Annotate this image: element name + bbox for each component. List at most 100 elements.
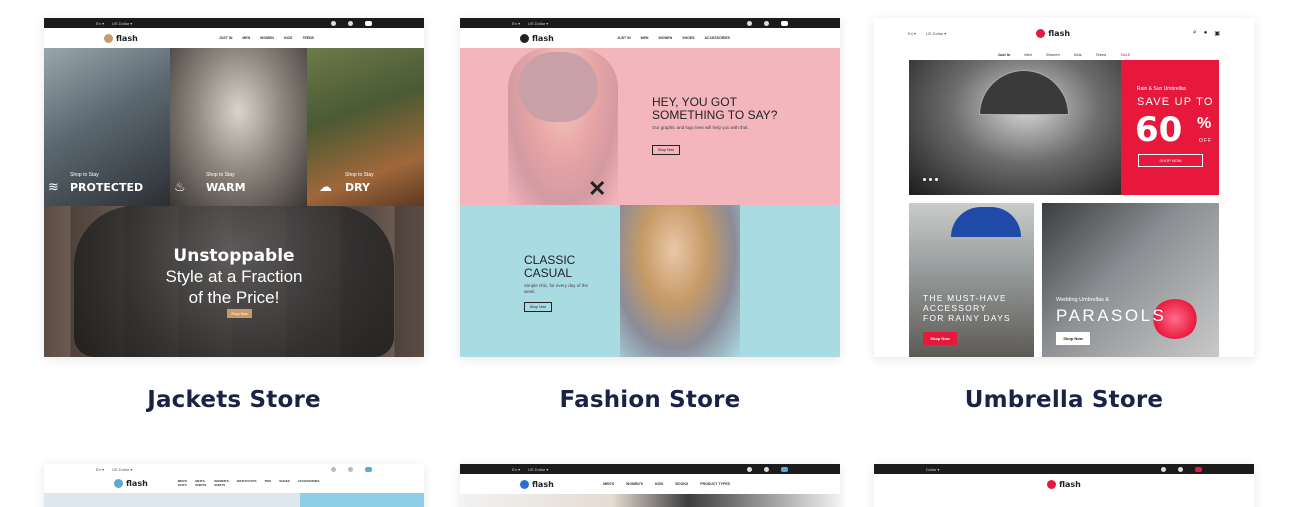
shop-now-button[interactable]: Shop Now <box>1056 332 1090 345</box>
nav-item[interactable]: WAISTCOATS <box>237 479 257 487</box>
umbrella-store-preview[interactable]: En ▾ US Dollar ▾ flash ⌕ ● ▣ Just In Men… <box>874 18 1254 357</box>
user-icon[interactable] <box>764 466 769 472</box>
language-select[interactable]: En ▾ <box>96 467 104 472</box>
cart-icon[interactable] <box>781 20 788 26</box>
promo-banner: Unstoppable Style at a Fraction of the P… <box>44 206 424 357</box>
currency-select[interactable]: US Dollar ▾ <box>528 21 548 26</box>
currency-select[interactable]: US Dollar ▾ <box>112 467 132 472</box>
hats-store-preview[interactable]: Dollar ▾ flash <box>874 464 1254 507</box>
jackets-store-preview[interactable]: En ▾ US Dollar ▾ flash JUST IN MEN WOMEN… <box>44 18 424 357</box>
nav-item[interactable]: JUST IN <box>617 36 630 40</box>
search-icon[interactable] <box>1161 466 1166 472</box>
user-icon[interactable]: ● <box>1204 30 1208 36</box>
jackets-store-title[interactable]: Jackets Store <box>44 387 424 413</box>
nav-item[interactable]: Men <box>1024 52 1032 57</box>
banner-subtitle: Wedding Umbrellas & <box>1056 297 1110 303</box>
cart-icon[interactable] <box>1195 466 1202 472</box>
currency-select[interactable]: US Dollar ▾ <box>528 467 548 472</box>
nav-item[interactable]: Women <box>1046 52 1060 57</box>
hero-text: Simple chic, for every day of the week. <box>524 283 589 294</box>
nav-item[interactable]: Just In <box>997 52 1010 57</box>
main-nav: Just In Men Women Kids Teens SALE <box>874 48 1254 60</box>
promo-line: of the Price! <box>188 288 280 307</box>
currency-select[interactable]: US Dollar ▾ <box>926 31 946 36</box>
banner-warm[interactable]: ♨ Shop to Stay WARM <box>170 48 307 206</box>
nav-item[interactable]: Teens <box>1096 52 1107 57</box>
banner-subtitle: Shop to Stay <box>70 172 99 178</box>
top-bar: Dollar ▾ <box>874 464 1254 474</box>
language-select[interactable]: En ▾ <box>512 21 520 26</box>
nav-item[interactable]: WOMEN <box>260 36 274 40</box>
currency-select[interactable]: US Dollar ▾ <box>112 21 132 26</box>
shop-now-button[interactable]: Shop Now <box>524 302 552 312</box>
search-icon[interactable] <box>331 20 336 26</box>
nav-item[interactable]: MEN <box>242 36 250 40</box>
umbrella-store-title[interactable]: Umbrella Store <box>874 387 1254 413</box>
nav-item[interactable]: WOMEN <box>658 36 672 40</box>
shop-now-button[interactable]: Shop Now <box>652 145 680 155</box>
nav-item[interactable]: TIES <box>265 479 272 487</box>
nav-item[interactable]: Kids <box>1074 52 1082 57</box>
nav-item-sale[interactable]: SALE <box>1120 52 1130 57</box>
search-icon[interactable] <box>747 20 752 26</box>
main-nav: MEN'S SUITS MEN'S SHIRTS WOMEN'S SHIRTS … <box>178 479 320 487</box>
search-icon[interactable]: ⌕ <box>1193 29 1197 37</box>
logo[interactable]: flash <box>104 33 138 43</box>
cart-icon[interactable]: ▣ <box>1214 30 1220 37</box>
banner-heading: THE MUST-HAVE ACCESSORY FOR RAINY DAYS <box>923 293 1011 323</box>
nav-item[interactable]: ACCESSORIES <box>298 479 320 487</box>
cart-icon[interactable] <box>781 466 788 472</box>
logo[interactable]: flash <box>114 478 148 488</box>
logo-mark-icon <box>520 479 529 489</box>
banner-dry[interactable]: ☁ Shop to Stay DRY <box>307 48 424 206</box>
banner-rainy-days[interactable]: THE MUST-HAVE ACCESSORY FOR RAINY DAYS S… <box>909 203 1034 357</box>
shop-now-button[interactable]: Shop Now <box>923 332 957 345</box>
logo[interactable]: flash <box>520 33 554 43</box>
shop-now-button[interactable]: SHOP NOW <box>1138 154 1203 167</box>
nav-item[interactable]: WOMEN'S SHIRTS <box>214 479 229 487</box>
books-store-preview[interactable]: En ▾ US Dollar ▾ flash MEN'S WOMEN'S KID… <box>460 464 840 507</box>
fashion-store-title[interactable]: Fashion Store <box>460 387 840 413</box>
cart-icon[interactable] <box>365 20 372 26</box>
currency-select[interactable]: Dollar ▾ <box>926 467 940 472</box>
logo[interactable]: flash <box>1036 28 1070 38</box>
nav-item[interactable]: KIDS <box>284 36 292 40</box>
language-select[interactable]: En ▾ <box>512 467 520 472</box>
banner-protected[interactable]: ≋ Shop to Stay PROTECTED <box>44 48 170 206</box>
fashion-store-preview[interactable]: En ▾ US Dollar ▾ flash JUST IN MEN WOMEN… <box>460 18 840 357</box>
suits-store-preview[interactable]: En ▾ US Dollar ▾ flash MEN'S SUITS MEN'S… <box>44 464 424 507</box>
user-icon[interactable] <box>1178 466 1183 472</box>
nav-item[interactable]: TEENS <box>302 36 314 40</box>
logo[interactable]: flash <box>1047 479 1081 489</box>
search-icon[interactable] <box>331 466 336 472</box>
nav-item[interactable]: MEN'S SHIRTS <box>195 479 206 487</box>
nav-bar: flash MEN'S WOMEN'S KIDS BOOKS PRODUCT T… <box>460 474 840 494</box>
nav-item[interactable]: PRODUCT TYPES <box>700 482 730 486</box>
nav-item[interactable]: ACCESSORIES <box>705 36 730 40</box>
nav-item[interactable]: MEN'S SUITS <box>178 479 187 487</box>
hero-banner-blue: CLASSIC CASUAL Simple chic, for every da… <box>460 205 840 357</box>
user-icon[interactable] <box>348 466 353 472</box>
nav-item[interactable]: KIDS <box>655 482 663 486</box>
nav-item[interactable]: WOMEN'S <box>626 482 643 486</box>
language-select[interactable]: En ▾ <box>96 21 104 26</box>
slider-dots[interactable] <box>923 178 938 181</box>
banner-title: PARASOLS <box>1056 306 1167 325</box>
nav-item[interactable]: SHOES <box>682 36 694 40</box>
user-icon[interactable] <box>764 20 769 26</box>
nav-item[interactable]: SHOES <box>279 479 290 487</box>
nav-item[interactable]: MEN'S <box>603 482 614 486</box>
user-icon[interactable] <box>348 20 353 26</box>
category-banners: THE MUST-HAVE ACCESSORY FOR RAINY DAYS S… <box>909 203 1219 357</box>
banner-parasols[interactable]: Wedding Umbrellas & PARASOLS Shop Now <box>1042 203 1219 357</box>
cart-icon[interactable] <box>365 466 372 472</box>
nav-item[interactable]: BOOKS <box>675 482 688 486</box>
logo-text: flash <box>1059 479 1081 489</box>
promo-percent: % <box>1197 115 1212 132</box>
nav-item[interactable]: MEN <box>641 36 649 40</box>
shop-now-button[interactable]: Shop Now <box>227 309 252 318</box>
logo[interactable]: flash <box>520 479 554 489</box>
language-select[interactable]: En ▾ <box>908 31 916 36</box>
nav-item[interactable]: JUST IN <box>219 36 232 40</box>
search-icon[interactable] <box>747 466 752 472</box>
